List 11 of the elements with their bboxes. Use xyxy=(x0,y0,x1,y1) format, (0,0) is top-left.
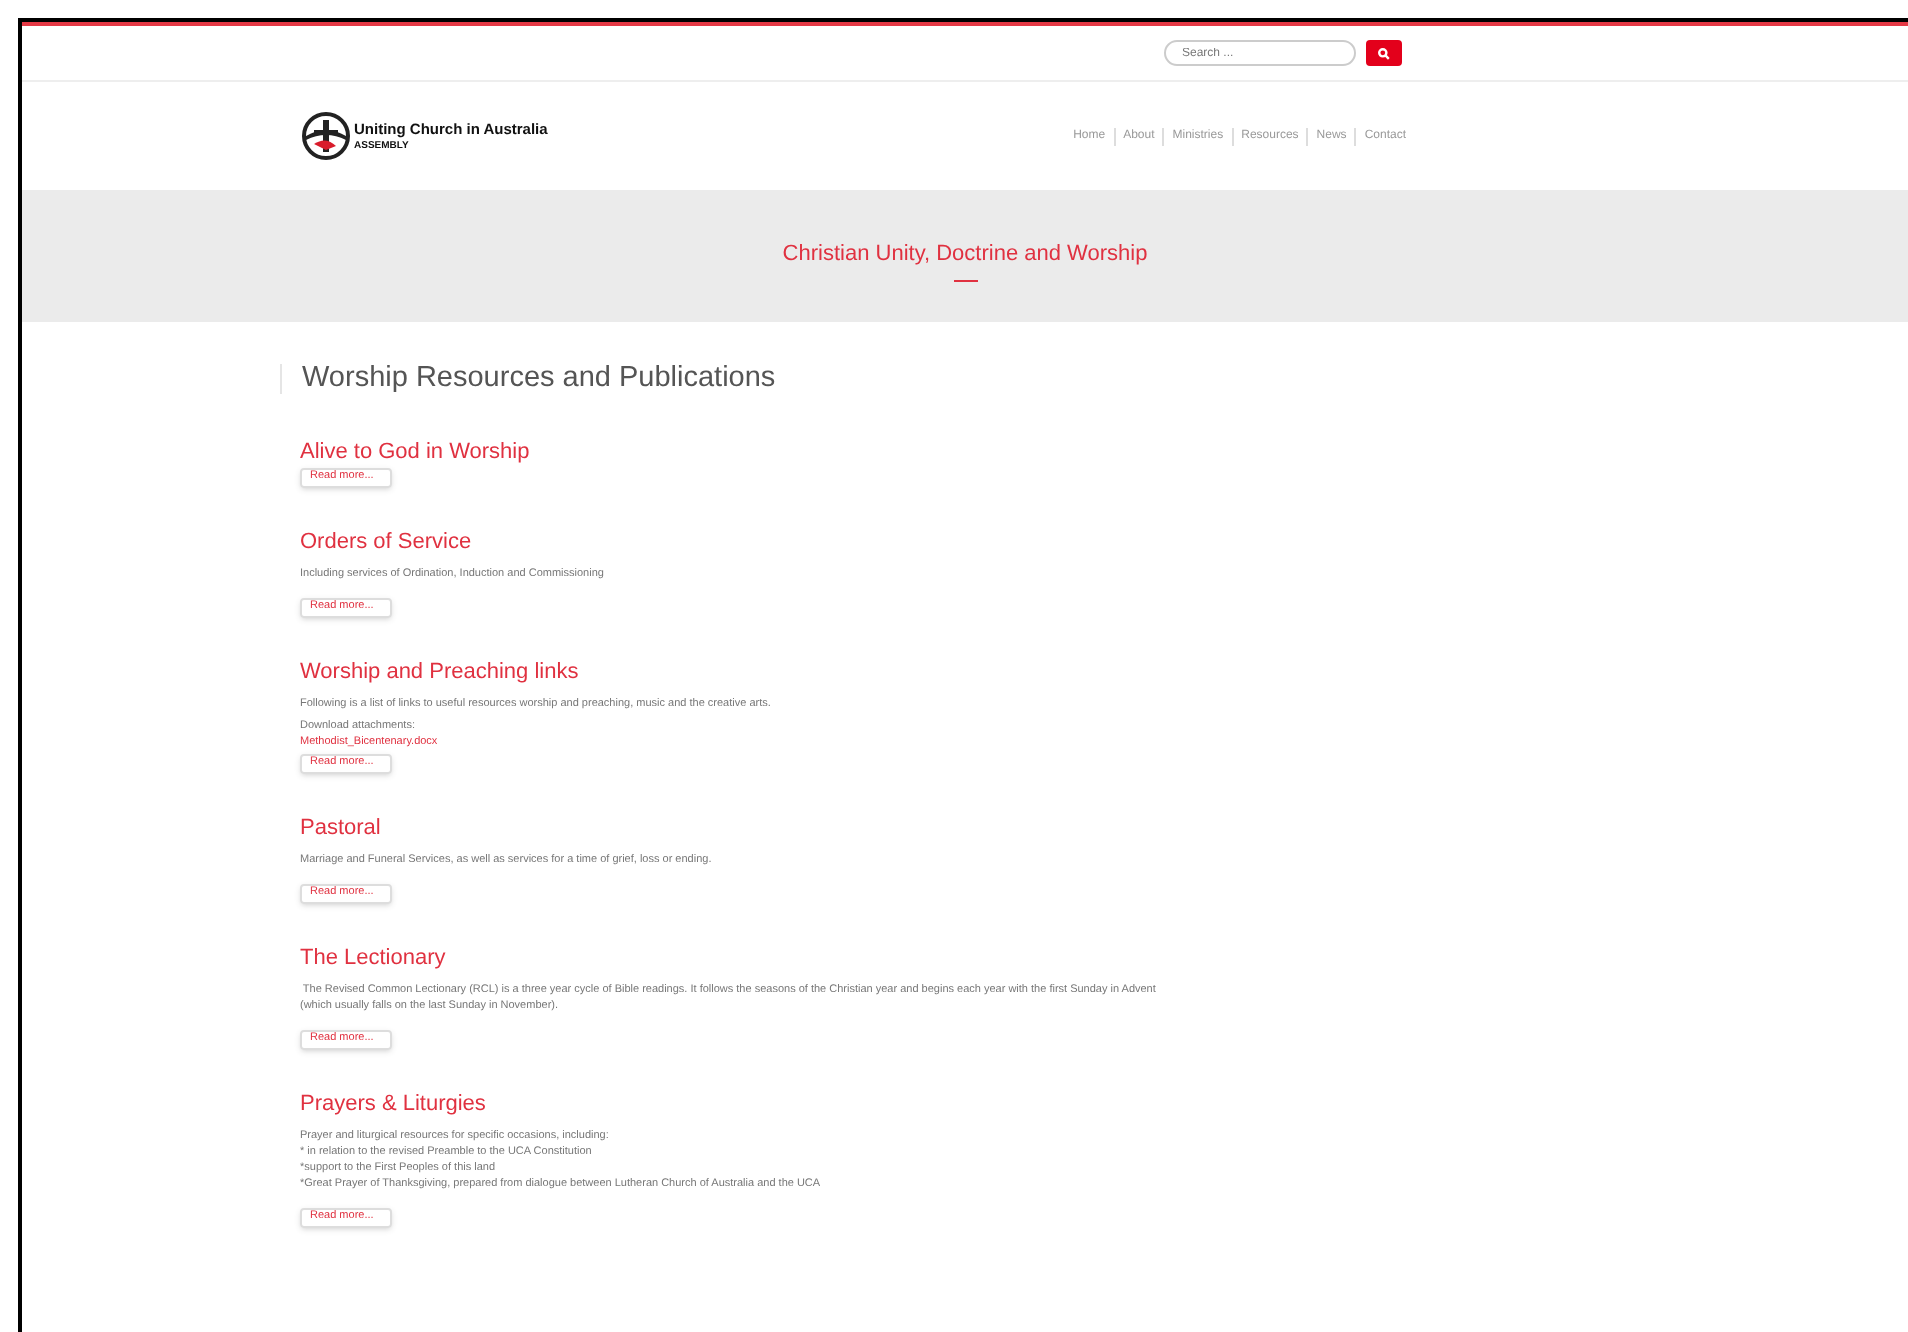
section-title[interactable]: The Lectionary xyxy=(300,947,446,969)
cross-logo-icon xyxy=(302,112,350,160)
page-title: Worship Resources and Publications xyxy=(280,364,1908,393)
section-title[interactable]: Alive to God in Worship xyxy=(300,441,530,463)
search-button[interactable] xyxy=(1366,40,1402,66)
banner-title: Christian Unity, Doctrine and Worship xyxy=(782,240,1148,271)
section-title[interactable]: Worship and Preaching links xyxy=(300,661,579,683)
search-icon xyxy=(1378,47,1390,59)
section-title[interactable]: Orders of Service xyxy=(300,531,472,553)
section-title[interactable]: Pastoral xyxy=(300,817,381,839)
section-title[interactable]: Prayers & Liturgies xyxy=(300,1093,486,1115)
